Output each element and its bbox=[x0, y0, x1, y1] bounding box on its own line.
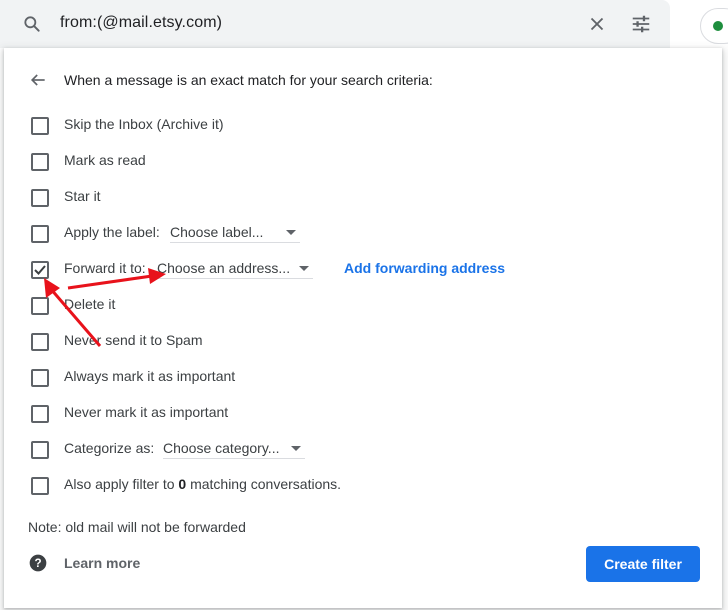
create-filter-button[interactable]: Create filter bbox=[586, 546, 700, 582]
tune-icon[interactable] bbox=[630, 13, 652, 35]
option-label: Also apply filter to 0 matching conversa… bbox=[64, 476, 341, 492]
option-categorize: Categorize as: Choose category... bbox=[4, 436, 722, 460]
apply-label-checkbox[interactable] bbox=[31, 225, 49, 243]
option-label: Delete it bbox=[64, 296, 116, 312]
delete-checkbox[interactable] bbox=[31, 297, 49, 315]
mark-read-checkbox[interactable] bbox=[31, 153, 49, 171]
forward-checkbox[interactable] bbox=[31, 261, 49, 279]
never-important-checkbox[interactable] bbox=[31, 405, 49, 423]
option-star: Star it bbox=[4, 184, 722, 208]
option-label: Never send it to Spam bbox=[64, 332, 203, 348]
option-never-important: Never mark it as important bbox=[4, 400, 722, 424]
add-forwarding-address-link[interactable]: Add forwarding address bbox=[344, 260, 505, 276]
check-icon bbox=[34, 265, 46, 275]
option-apply-existing: Also apply filter to 0 matching conversa… bbox=[4, 472, 722, 496]
close-icon[interactable] bbox=[586, 13, 608, 35]
categorize-checkbox[interactable] bbox=[31, 441, 49, 459]
search-icon[interactable] bbox=[22, 14, 42, 34]
always-important-checkbox[interactable] bbox=[31, 369, 49, 387]
option-label: Apply the label: bbox=[64, 224, 160, 240]
option-skip-inbox: Skip the Inbox (Archive it) bbox=[4, 112, 722, 136]
option-always-important: Always mark it as important bbox=[4, 364, 722, 388]
option-label: Mark as read bbox=[64, 152, 146, 168]
option-never-spam: Never send it to Spam bbox=[4, 328, 722, 352]
option-forward: Forward it to: Choose an address... Add … bbox=[4, 256, 722, 280]
option-delete: Delete it bbox=[4, 292, 722, 316]
option-label: Forward it to: bbox=[64, 260, 146, 276]
category-dropdown[interactable]: Choose category... bbox=[163, 436, 305, 459]
apply-existing-checkbox[interactable] bbox=[31, 477, 49, 495]
filter-panel: When a message is an exact match for you… bbox=[4, 48, 722, 608]
dropdown-value: Choose an address... bbox=[157, 260, 291, 276]
dropdown-value: Choose label... bbox=[170, 224, 264, 240]
status-dot bbox=[713, 21, 723, 31]
option-mark-read: Mark as read bbox=[4, 148, 722, 172]
dropdown-arrow-icon bbox=[286, 230, 296, 235]
option-label: Always mark it as important bbox=[64, 368, 236, 384]
search-input[interactable]: from:(@mail.etsy.com) bbox=[60, 14, 222, 32]
option-apply-label: Apply the label: Choose label... bbox=[4, 220, 722, 244]
skip-inbox-checkbox[interactable] bbox=[31, 117, 49, 135]
option-label: Skip the Inbox (Archive it) bbox=[64, 116, 224, 132]
help-icon[interactable]: ? bbox=[28, 553, 48, 573]
option-label-suffix: matching conversations. bbox=[186, 476, 342, 492]
panel-header: When a message is an exact match for you… bbox=[64, 72, 433, 88]
dropdown-arrow-icon bbox=[291, 446, 301, 451]
dropdown-value: Choose category... bbox=[163, 440, 280, 456]
option-label: Never mark it as important bbox=[64, 404, 229, 420]
status-indicator[interactable] bbox=[700, 8, 728, 44]
forward-address-dropdown[interactable]: Choose an address... bbox=[157, 256, 313, 279]
search-bar: from:(@mail.etsy.com) bbox=[0, 0, 670, 48]
forward-note: Note: old mail will not be forwarded bbox=[28, 519, 246, 535]
arrow-back-icon[interactable] bbox=[28, 70, 48, 90]
label-dropdown[interactable]: Choose label... bbox=[170, 220, 300, 243]
learn-more-link[interactable]: Learn more bbox=[64, 555, 140, 571]
svg-text:?: ? bbox=[34, 557, 41, 570]
option-label: Categorize as: bbox=[64, 440, 155, 456]
star-checkbox[interactable] bbox=[31, 189, 49, 207]
dropdown-arrow-icon bbox=[299, 266, 309, 271]
option-label-prefix: Also apply filter to bbox=[64, 476, 179, 492]
never-spam-checkbox[interactable] bbox=[31, 333, 49, 351]
option-label: Star it bbox=[64, 188, 101, 204]
